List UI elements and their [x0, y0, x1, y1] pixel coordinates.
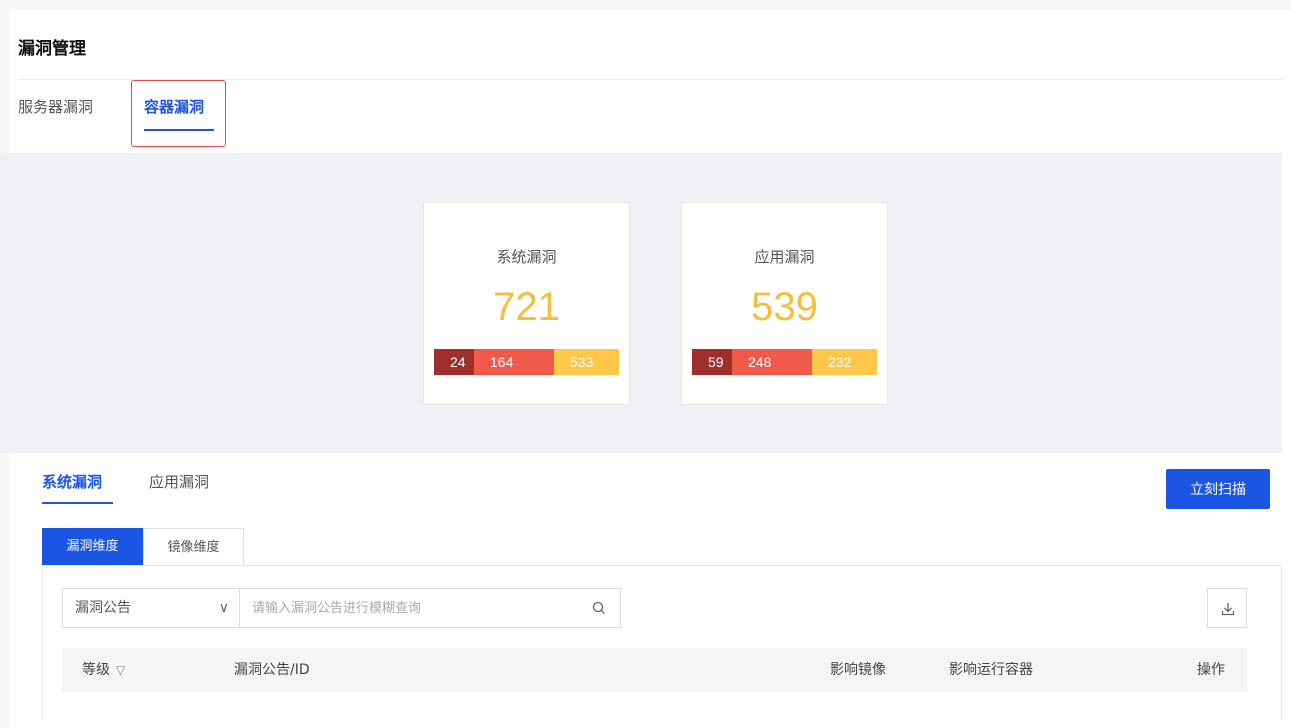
severity-high-count: 248	[732, 349, 812, 375]
scan-now-button[interactable]: 立刻扫描	[1166, 469, 1270, 509]
severity-medium-count: 533	[554, 349, 619, 375]
column-header-level-label: 等级	[82, 662, 110, 678]
stat-title: 系统漏洞	[496, 248, 557, 266]
column-header-affected-images: 影响镜像	[830, 662, 886, 678]
severity-high-count: 164	[474, 349, 554, 375]
tab-vulnerability-dimension[interactable]: 漏洞维度	[42, 528, 143, 566]
severity-critical-count: 59	[692, 349, 732, 375]
download-icon	[1221, 603, 1235, 616]
page-title: 漏洞管理	[18, 39, 86, 59]
stat-total: 721	[493, 285, 560, 329]
download-button[interactable]	[1207, 588, 1247, 628]
severity-bar: 59 248 232	[692, 349, 877, 375]
column-header-operations: 操作	[1197, 662, 1225, 678]
stat-card-application[interactable]: 应用漏洞 539 59 248 232	[681, 202, 888, 405]
chevron-down-icon: ∨	[218, 600, 229, 616]
severity-medium-count: 232	[812, 349, 877, 375]
column-header-level: 等级 ▽	[82, 648, 125, 692]
filter-select-value: 漏洞公告	[75, 600, 131, 616]
search-input[interactable]	[240, 589, 580, 627]
column-header-notice: 漏洞公告/ID	[234, 662, 310, 678]
highlight-box	[131, 80, 226, 147]
subtab-application-vulnerabilities[interactable]: 应用漏洞	[149, 471, 209, 492]
search-box	[240, 588, 621, 628]
stat-card-system[interactable]: 系统漏洞 721 24 164 533	[423, 202, 630, 405]
stat-title: 应用漏洞	[754, 248, 815, 266]
subtab-system-vulnerabilities[interactable]: 系统漏洞	[42, 471, 102, 492]
active-subtab-indicator	[42, 502, 113, 504]
table-header: 等级 ▽ 漏洞公告/ID 影响镜像 影响运行容器 操作	[62, 648, 1247, 692]
stat-total: 539	[751, 285, 818, 329]
column-header-affected-containers: 影响运行容器	[949, 662, 1033, 678]
severity-bar: 24 164 533	[434, 349, 619, 375]
stats-area: 系统漏洞 721 24 164 533 应用漏洞 539 59 248 232	[0, 153, 1282, 453]
tab-server-vulnerabilities[interactable]: 服务器漏洞	[18, 96, 93, 117]
filter-type-select[interactable]: 漏洞公告 ∨	[62, 588, 240, 628]
tab-image-dimension[interactable]: 镜像维度	[143, 528, 244, 566]
search-icon[interactable]	[592, 601, 606, 615]
filter-icon[interactable]: ▽	[116, 648, 125, 692]
severity-critical-count: 24	[434, 349, 474, 375]
